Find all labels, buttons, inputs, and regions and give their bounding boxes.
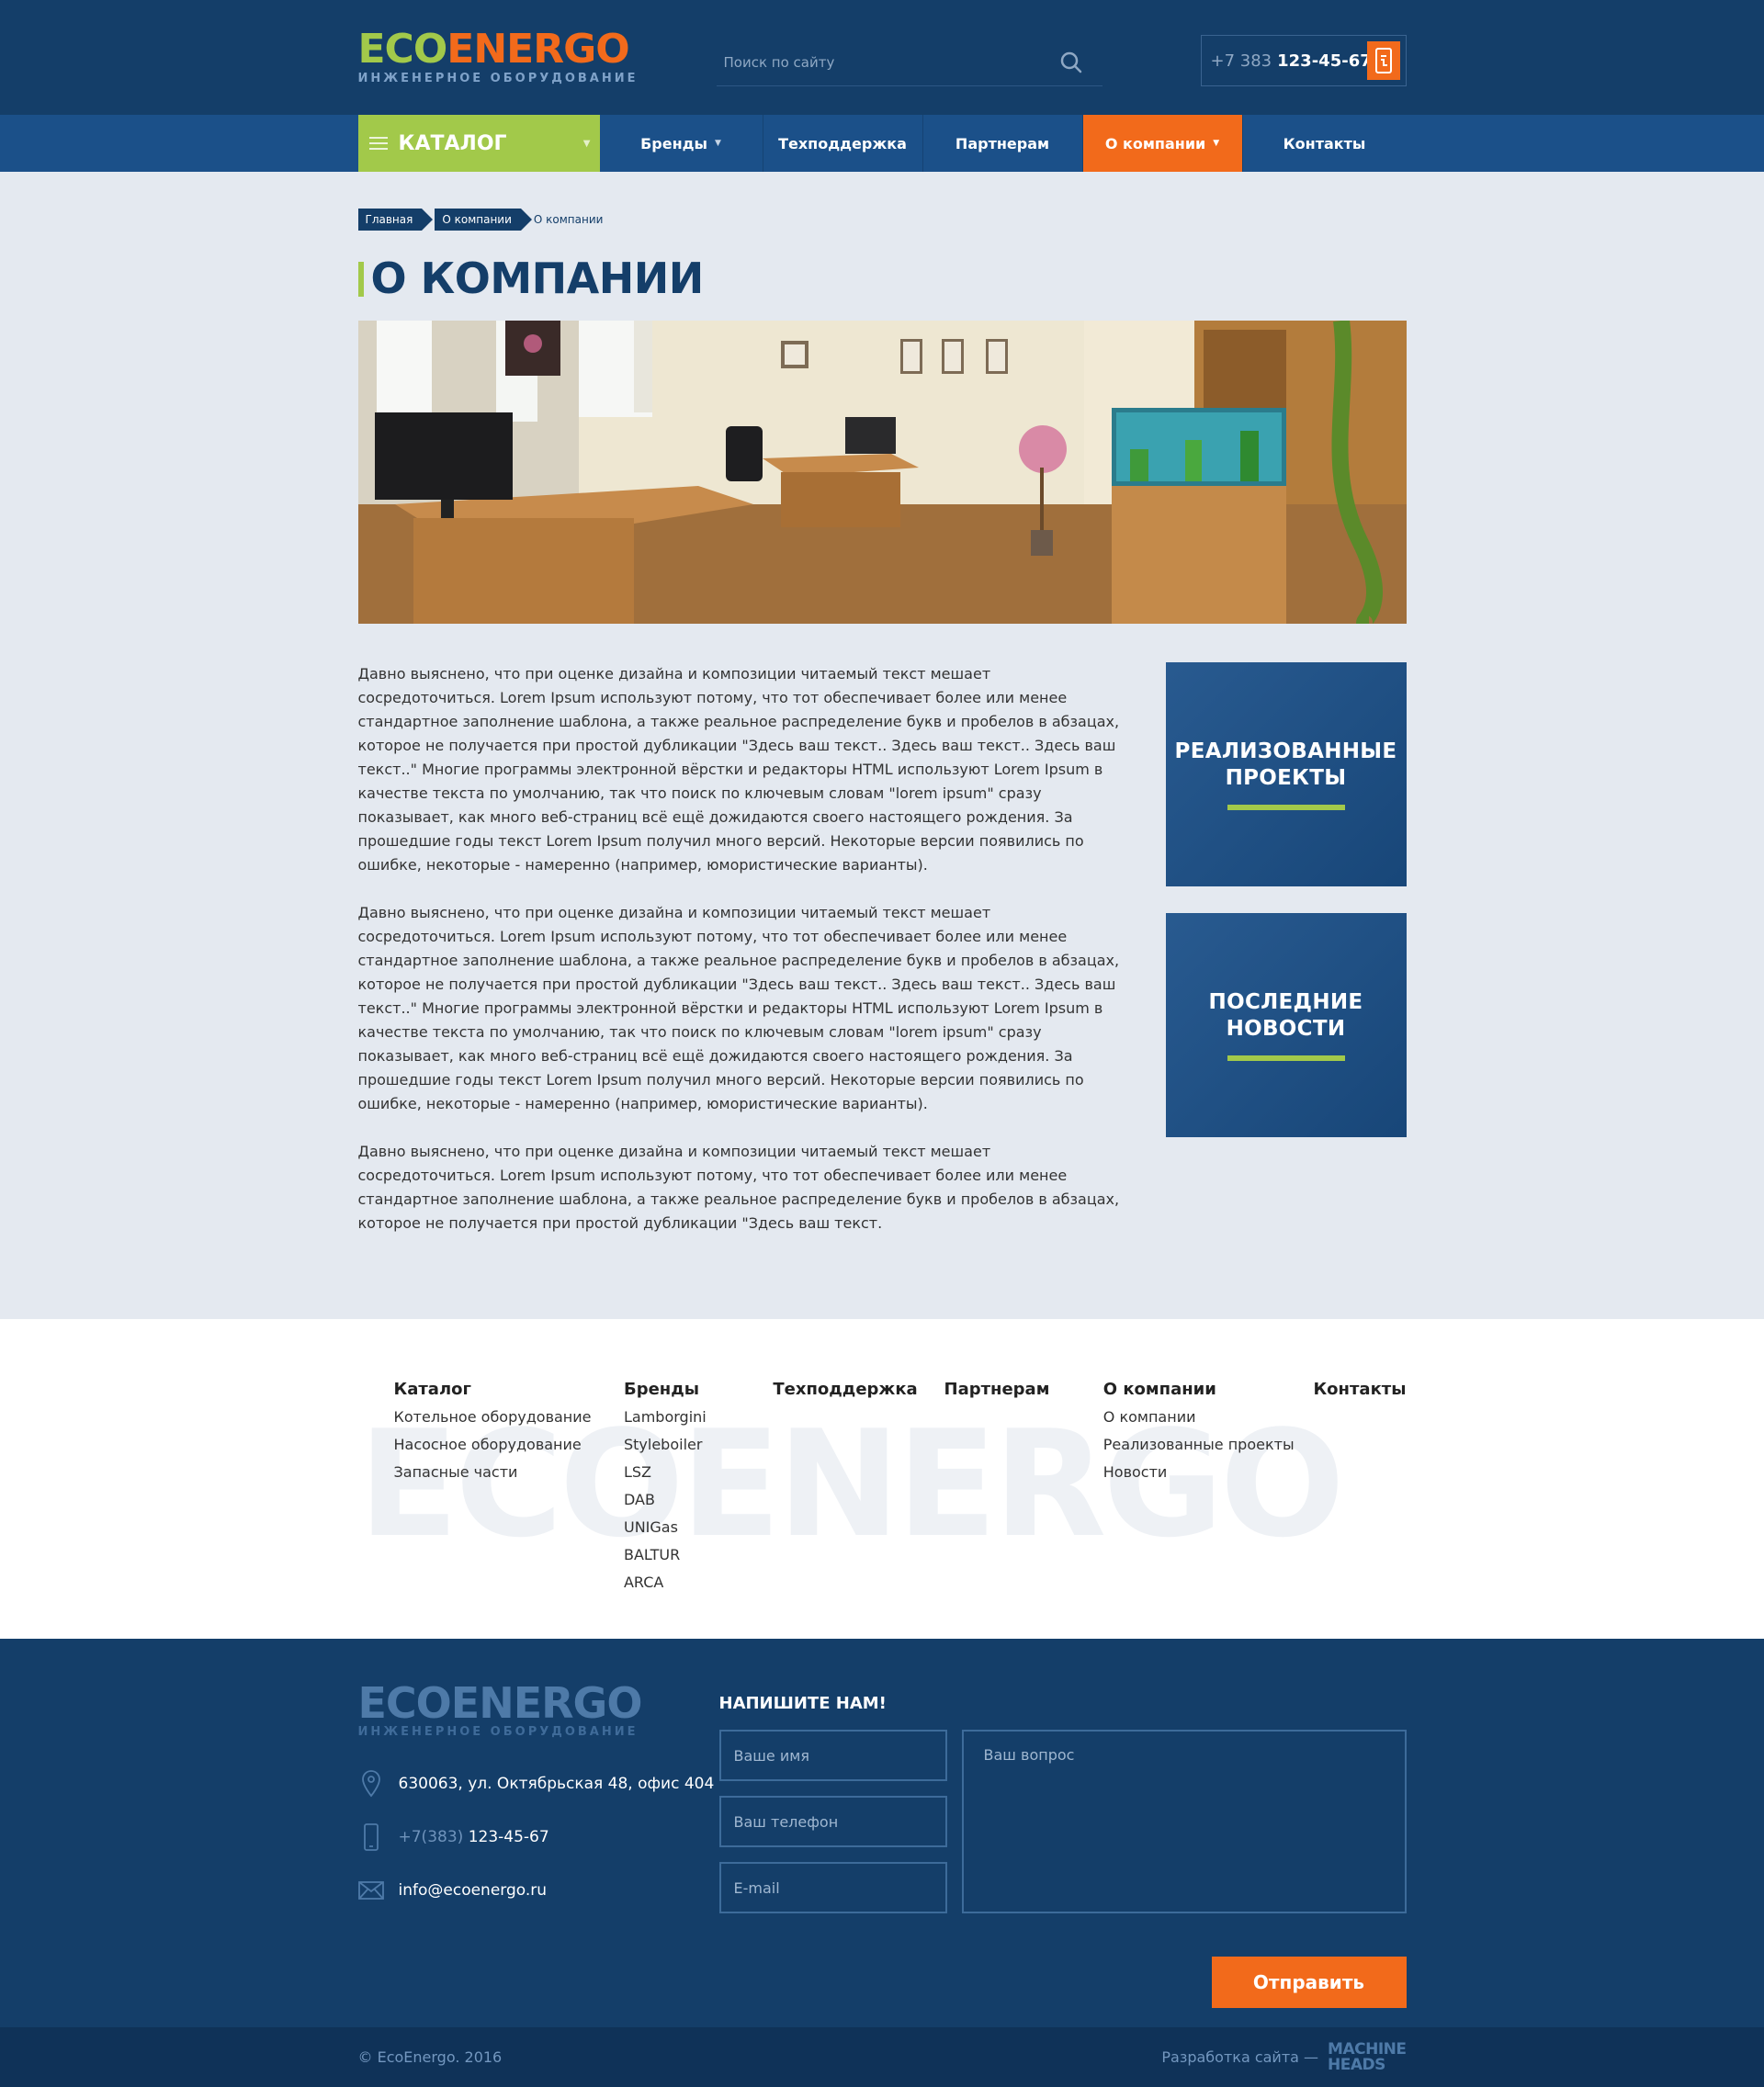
footer-link[interactable]: BALTUR [624,1541,773,1569]
footer-link[interactable]: О компании [1103,1404,1314,1431]
nav-item-contacts[interactable]: Контакты [1243,115,1407,172]
footer-link[interactable]: Насосное оборудование [394,1431,624,1459]
logo-energo: ENERGO [447,26,629,73]
address-text: 630063, ул. Октябрьская 48, офис 404 [398,1775,715,1793]
nav-item-label: Бренды [640,134,708,152]
name-field[interactable] [718,1730,947,1781]
catalog-label: КАТАЛОГ [398,131,507,155]
catalog-menu-button[interactable]: КАТАЛОГ ▼ [357,115,600,172]
main-content: Главная О компании О компании О КОМПАНИИ [0,172,1764,1319]
news-tile[interactable]: ПОСЛЕДНИЕ НОВОСТИ [1165,913,1407,1137]
machine-heads-logo[interactable]: MACHINE HEADS [1328,2041,1407,2073]
email-link[interactable]: info@ecoenergo.ru [399,1881,548,1900]
footer-link[interactable]: Котельное оборудование [394,1404,624,1431]
paragraph: Давно выяснено, что при оценке дизайна и… [357,904,1120,1112]
nav-item-brands[interactable]: Бренды ▼ [600,115,763,172]
search-icon[interactable] [1058,50,1084,75]
footer-col-title[interactable]: Техподдержка [773,1376,944,1404]
form-title: НАПИШИТЕ НАМ! [718,1694,887,1713]
breadcrumb-current: О компании [533,213,604,226]
header-phone[interactable]: +7 383 123-45-67 [1200,35,1407,86]
email-field[interactable] [718,1862,947,1913]
phone-field[interactable] [718,1796,947,1847]
phone-number: 123-45-67 [1277,51,1372,71]
footer-link[interactable]: Реализованные проекты [1103,1431,1314,1459]
nav-item-label: Техподдержка [778,134,907,152]
search-box [716,44,1102,86]
page-title: О КОМПАНИИ [357,254,1407,302]
nav-item-support[interactable]: Техподдержка [763,115,923,172]
news-tile-title: ПОСЛЕДНИЕ НОВОСТИ [1208,990,1363,1041]
hamburger-icon [368,133,388,153]
logo-eco: ECO [357,26,448,73]
projects-tile[interactable]: РЕАЛИЗОВАННЫЕ ПРОЕКТЫ [1165,662,1407,886]
chevron-down-icon: ▼ [582,139,591,149]
paragraph: Давно выяснено, что при оценке дизайна и… [357,665,1120,874]
footer-col-title[interactable]: Каталог [394,1376,624,1404]
logo-tagline: ИНЖЕНЕРНОЕ ОБОРУДОВАНИЕ [357,72,639,85]
footer-col-title[interactable]: Партнерам [944,1376,1103,1404]
mail-icon [357,1876,384,1905]
footer-link[interactable]: ARCA [624,1569,773,1596]
developer-label: Разработка сайта — [1161,2048,1319,2066]
footer-link[interactable]: UNIGas [624,1514,773,1541]
contact-form: НАПИШИТЕ НАМ! Отправить [718,1694,1407,2008]
footer-link[interactable]: LSZ [624,1459,773,1486]
footer-link[interactable]: Новости [1103,1459,1314,1486]
footer-col-title[interactable]: Бренды [624,1376,773,1404]
footer-link[interactable]: Запасные части [394,1459,624,1486]
nav-item-label: О компании [1104,134,1206,152]
footer-link[interactable]: Lamborgini [624,1404,773,1431]
mobile-icon [358,1822,384,1852]
footer-link[interactable]: DAB [624,1486,773,1514]
footer-col-partners: Партнерам [944,1376,1103,1596]
office-photo [357,321,1407,624]
chevron-down-icon: ▼ [715,139,721,148]
footer-phone-code: +7(383) [398,1828,464,1846]
about-text: Давно выяснено, что при оценке дизайна и… [358,662,1130,1259]
tile-accent-bar [1227,1055,1345,1061]
submit-button[interactable]: Отправить [1211,1957,1407,2008]
footer-col-support: Техподдержка [773,1376,944,1596]
question-field[interactable] [961,1730,1407,1913]
search-input[interactable] [716,44,1102,81]
developer-credit[interactable]: Разработка сайта — MACHINE HEADS [1161,2041,1407,2073]
footer-col-contacts: Контакты [1313,1376,1406,1596]
footer-logo[interactable]: ECOENERGO ИНЖЕНЕРНОЕ ОБОРУДОВАНИЕ [358,1682,643,1739]
contact-info: 630063, ул. Октябрьская 48, офис 404 +7(… [357,1767,715,1927]
footer-col-title[interactable]: О компании [1103,1376,1314,1404]
breadcrumb-about[interactable]: О компании [435,209,532,231]
phone-code: +7 383 [1210,51,1272,71]
paragraph: Давно выяснено, что при оценке дизайна и… [357,1143,1120,1232]
footer-link[interactable]: Styleboiler [624,1431,773,1459]
copyright: © EcoEnergo. 2016 [357,2048,503,2066]
nav-item-label: Контакты [1283,134,1366,152]
breadcrumb: Главная О компании О компании [357,209,1407,231]
phone-line: +7(383) 123-45-67 [358,1821,715,1854]
tile-accent-bar [1227,805,1345,810]
callback-icon[interactable] [1366,41,1400,80]
footer-col-about: О компании О компании Реализованные прое… [1103,1376,1314,1596]
projects-tile-title: РЕАЛИЗОВАННЫЕ ПРОЕКТЫ [1174,739,1397,790]
footer-links: ECOENERGO Каталог Котельное оборудование… [0,1319,1764,1639]
nav-item-partners[interactable]: Партнерам [923,115,1083,172]
contact-section: ECOENERGO ИНЖЕНЕРНОЕ ОБОРУДОВАНИЕ 630063… [0,1639,1764,2027]
map-pin-icon [358,1769,384,1799]
footer-col-catalog: Каталог Котельное оборудование Насосное … [394,1376,624,1596]
nav-item-about[interactable]: О компании ▼ [1082,115,1243,172]
footer-phone-number[interactable]: 123-45-67 [469,1828,549,1846]
breadcrumb-home[interactable]: Главная [357,209,434,231]
bottom-bar: © EcoEnergo. 2016 Разработка сайта — MAC… [0,2027,1764,2087]
logo[interactable]: ECOENERGO ИНЖЕНЕРНОЕ ОБОРУДОВАНИЕ [357,26,639,86]
footer-col-brands: Бренды Lamborgini Styleboiler LSZ DAB UN… [624,1376,773,1596]
footer-col-title[interactable]: Контакты [1313,1376,1406,1404]
main-nav: КАТАЛОГ ▼ Бренды ▼ Техподдержка Партнерам… [0,115,1764,172]
header: ECOENERGO ИНЖЕНЕРНОЕ ОБОРУДОВАНИЕ +7 383… [0,0,1764,115]
nav-item-label: Партнерам [955,134,1050,152]
sidebar: РЕАЛИЗОВАННЫЕ ПРОЕКТЫ ПОСЛЕДНИЕ НОВОСТИ [1165,662,1407,1259]
address-line: 630063, ул. Октябрьская 48, офис 404 [358,1767,715,1800]
email-line: info@ecoenergo.ru [357,1874,715,1907]
chevron-down-icon: ▼ [1213,139,1220,148]
